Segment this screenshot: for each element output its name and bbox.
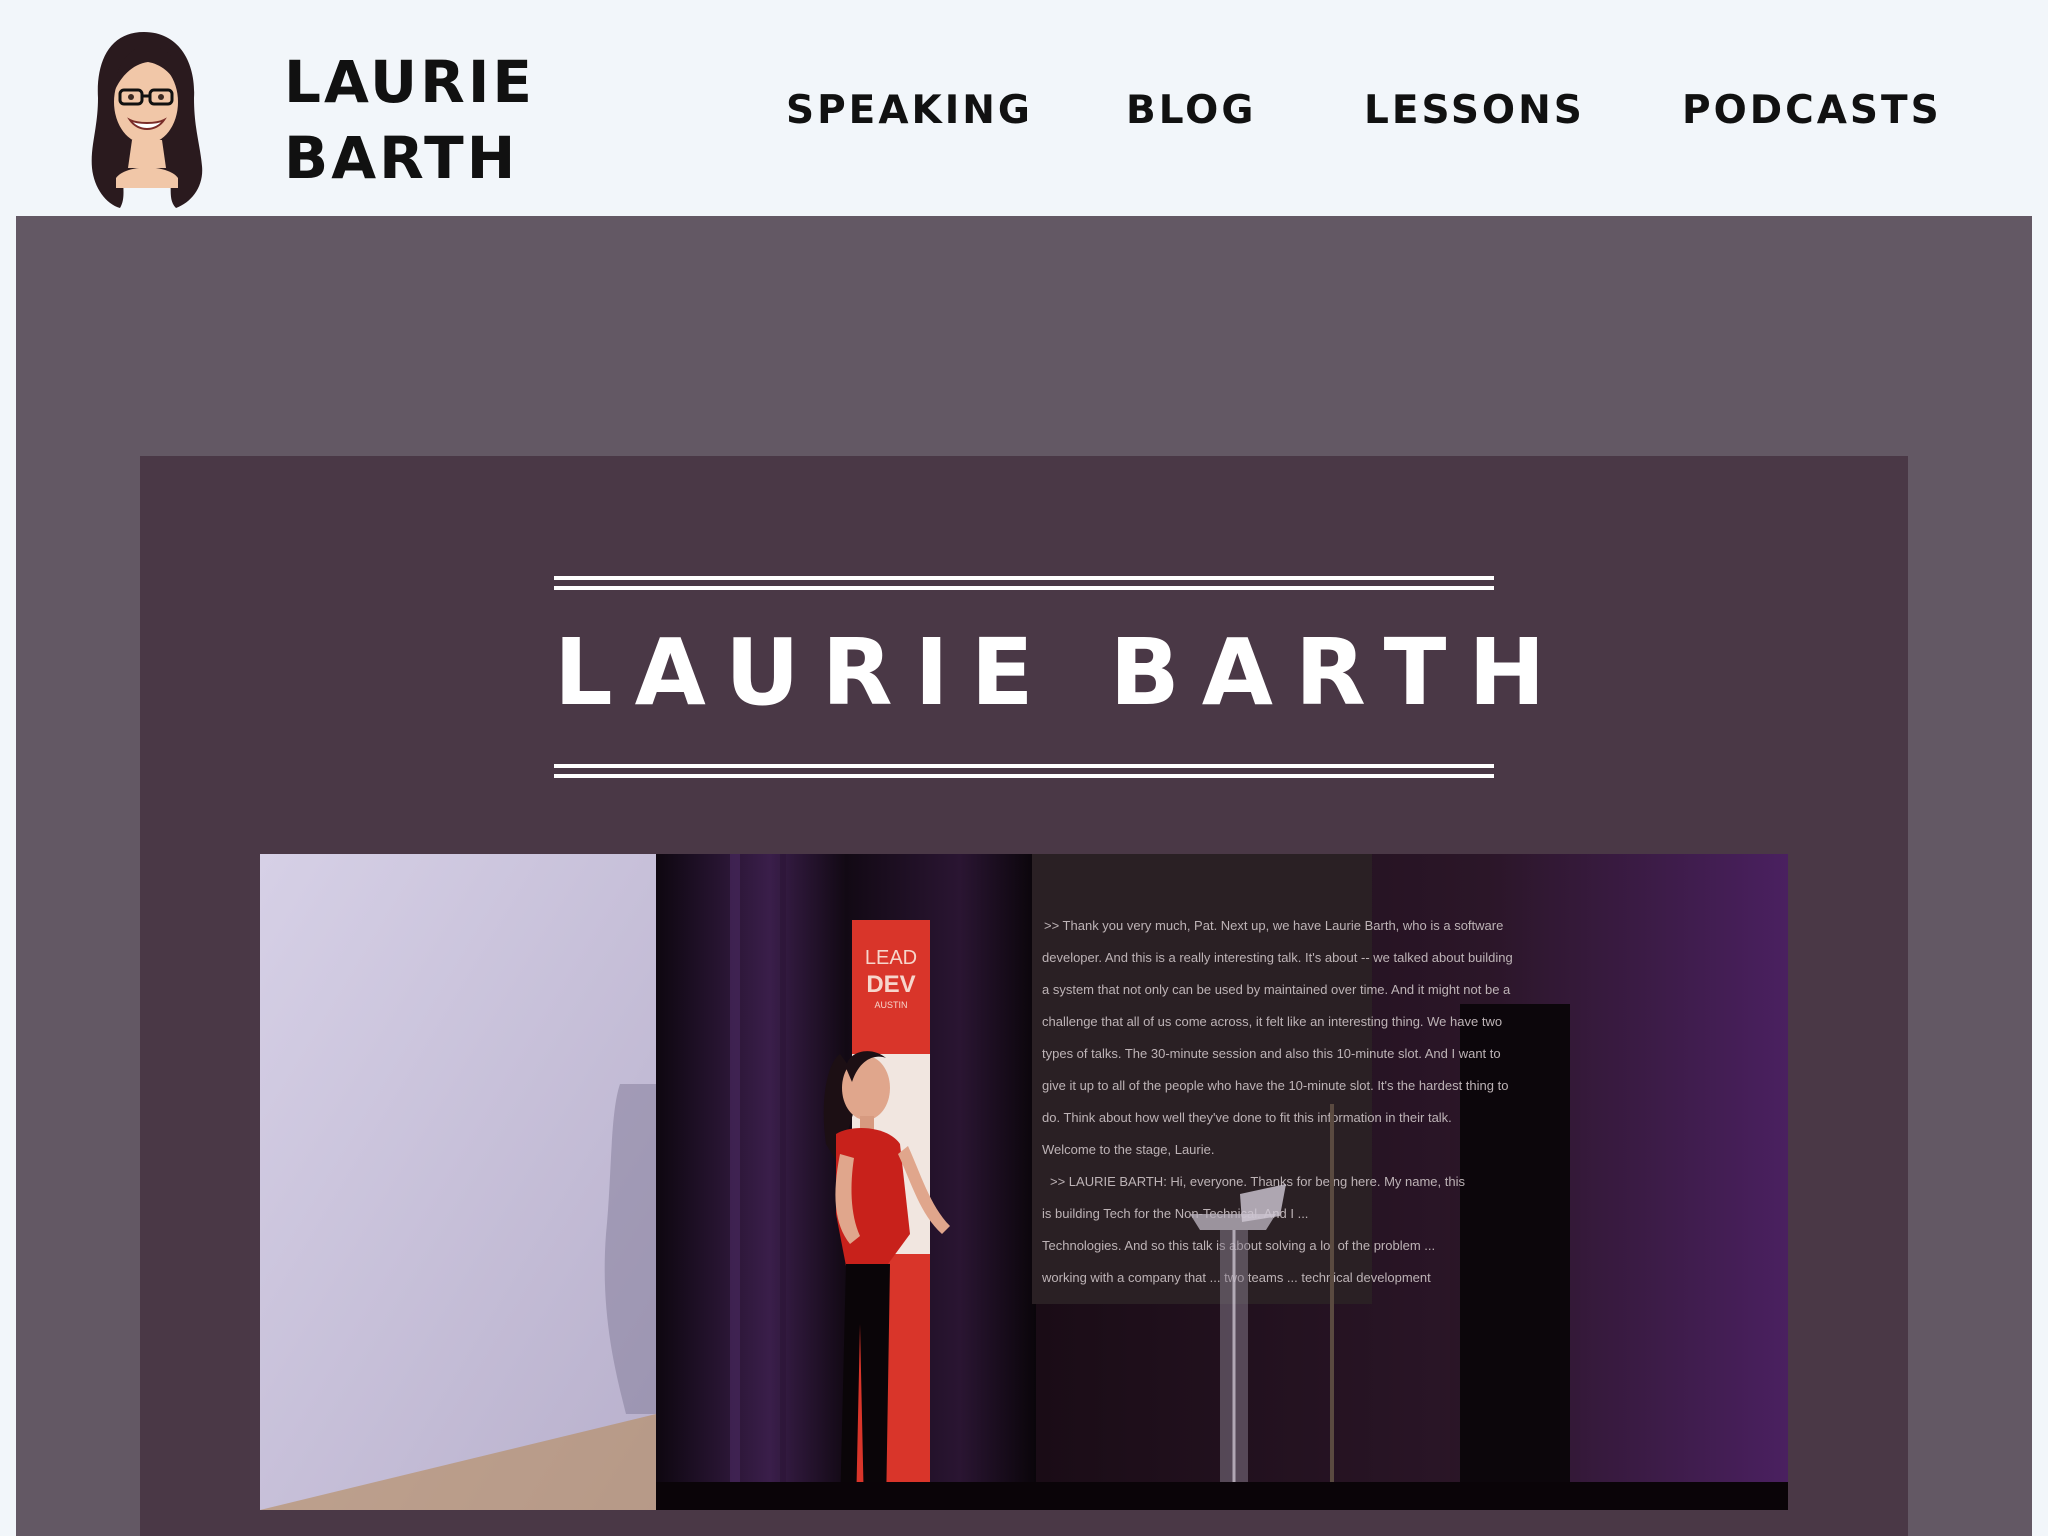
nav-podcasts[interactable]: PODCASTS — [1682, 88, 1942, 133]
caption-line: a system that not only can be used by ma… — [1042, 982, 1511, 997]
caption-line: do. Think about how well they've done to… — [1042, 1110, 1452, 1125]
banner-text-dev: DEV — [866, 971, 915, 998]
nav-blog[interactable]: BLOG — [1126, 88, 1256, 133]
main-nav: SPEAKING BLOG LESSONS PODCASTS — [0, 88, 2048, 144]
hero-title-block: LAURIE BARTH — [554, 576, 1568, 778]
caption-line: Welcome to the stage, Laurie. — [1042, 1142, 1214, 1157]
nav-lessons[interactable]: LESSONS — [1364, 88, 1585, 133]
banner-text-lead: LEAD — [865, 947, 917, 969]
nav-speaking[interactable]: SPEAKING — [786, 88, 1033, 133]
hero-title: LAURIE BARTH — [554, 619, 1568, 726]
caption-line: challenge that all of us come across, it… — [1042, 1014, 1502, 1029]
site-header: LAURIE BARTH SPEAKING BLOG LESSONS PODCA… — [0, 0, 2048, 216]
caption-line: developer. And this is a really interest… — [1042, 950, 1513, 965]
caption-line: >> Thank you very much, Pat. Next up, we… — [1044, 918, 1503, 933]
caption-line: >> LAURIE BARTH: Hi, everyone. Thanks fo… — [1050, 1174, 1465, 1189]
title-rule-top — [554, 576, 1494, 590]
caption-line: give it up to all of the people who have… — [1042, 1078, 1508, 1093]
caption-line: types of talks. The 30-minute session an… — [1042, 1046, 1501, 1061]
banner-text-city: AUSTIN — [874, 1000, 907, 1010]
speaker-photo: >> Thank you very much, Pat. Next up, we… — [260, 854, 1788, 1510]
title-rule-bottom — [554, 764, 1494, 778]
